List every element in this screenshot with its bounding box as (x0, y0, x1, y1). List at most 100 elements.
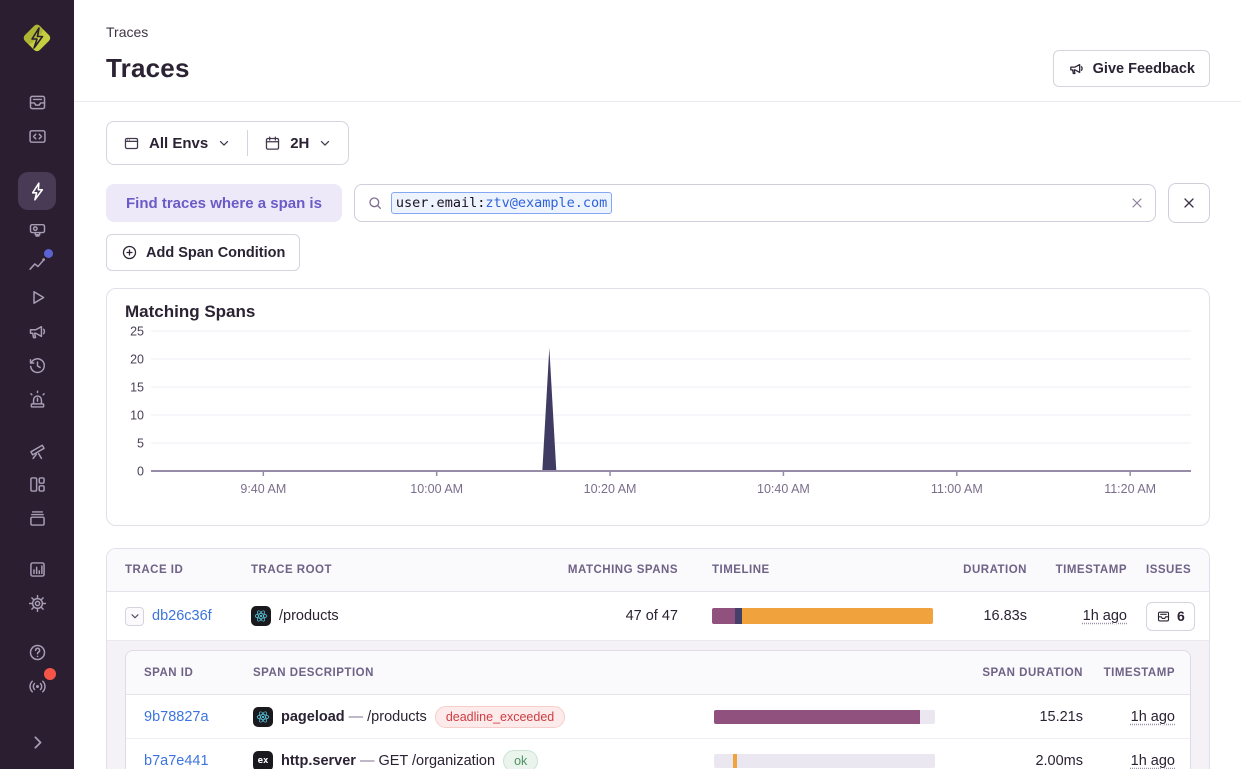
status-badge: deadline_exceeded (435, 706, 565, 728)
sentry-logo-icon (20, 21, 54, 55)
span-id-link[interactable]: 9b78827a (144, 709, 209, 725)
issues-inbox-icon (27, 92, 48, 113)
window-icon (123, 135, 140, 152)
sidebar-collapse-button[interactable] (18, 725, 56, 759)
spans-table-header: SPAN ID SPAN DESCRIPTION SPAN DURATION T… (126, 651, 1190, 695)
separator: — (356, 753, 379, 769)
span-duration: 15.21s (944, 709, 1095, 725)
add-span-condition-button[interactable]: Add Span Condition (106, 234, 300, 271)
megaphone-icon (1068, 60, 1085, 77)
search-filter-token[interactable]: user.email:ztv@example.com (391, 192, 612, 214)
sidebar-item-help[interactable] (18, 635, 56, 669)
span-id-link[interactable]: b7a7e441 (144, 753, 209, 769)
trace-id-link[interactable]: db26c36f (152, 608, 212, 624)
sidebar-item-stats[interactable] (18, 552, 56, 586)
col-duration: DURATION (942, 564, 1032, 576)
svg-text:10: 10 (130, 409, 144, 423)
replays-play-icon (27, 287, 48, 308)
span-timestamp: 1h ago (1131, 753, 1175, 769)
sidebar-item-explore[interactable] (18, 119, 56, 153)
calendar-icon (264, 135, 281, 152)
col-trace-root: TRACE ROOT (251, 564, 501, 576)
trace-timeline-bar (712, 608, 933, 624)
trace-row[interactable]: db26c36f /products 47 of 47 16 (107, 592, 1209, 640)
broadcast-icon (27, 676, 48, 697)
chevron-down-icon (318, 136, 332, 150)
token-value: ztv@example.com (485, 195, 607, 211)
chevron-right-icon (27, 732, 48, 753)
issues-inbox-icon (1156, 609, 1171, 624)
matching-spans-panel: Matching Spans 05101520259:40 AM10:00 AM… (106, 288, 1210, 526)
span-row[interactable]: b7a7e441 ex http.server—GET /organizatio… (126, 739, 1190, 769)
svg-text:0: 0 (137, 465, 144, 479)
history-clock-icon (27, 355, 48, 376)
sidebar-item-settings[interactable] (18, 586, 56, 620)
projector-icon (27, 219, 48, 240)
span-row[interactable]: 9b78827a pageload—/products (126, 695, 1190, 739)
sidebar-item-discover[interactable] (18, 433, 56, 467)
col-span-description: SPAN DESCRIPTION (253, 667, 714, 679)
environment-filter[interactable]: All Envs (107, 122, 247, 164)
sidebar-item-issues[interactable] (18, 85, 56, 119)
span-timeline-bar (714, 754, 935, 768)
help-question-icon (27, 642, 48, 663)
sidebar-item-user-feedback[interactable] (18, 314, 56, 348)
chart-title: Matching Spans (125, 302, 1191, 322)
matching-spans-chart: 05101520259:40 AM10:00 AM10:20 AM10:40 A… (125, 325, 1191, 506)
col-span-duration: SPAN DURATION (944, 667, 1095, 679)
environment-filter-label: All Envs (149, 135, 208, 152)
svg-text:9:40 AM: 9:40 AM (240, 482, 286, 496)
trace-timestamp: 1h ago (1083, 608, 1127, 624)
breadcrumb[interactable]: Traces (106, 24, 1210, 41)
traces-table: TRACE ID TRACE ROOT MATCHING SPANS TIMEL… (106, 548, 1210, 769)
span-timeline-bar (714, 710, 935, 724)
alerts-siren-icon (27, 389, 48, 410)
trace-issues-button[interactable]: 6 (1146, 602, 1195, 631)
col-timeline: TIMELINE (712, 564, 942, 576)
span-op: pageload (281, 709, 345, 725)
sidebar-item-traces[interactable] (18, 172, 56, 210)
date-range-filter-label: 2H (290, 135, 309, 152)
col-matching-spans: MATCHING SPANS (501, 564, 712, 576)
col-span-timestamp: TIMESTAMP (1095, 667, 1191, 679)
give-feedback-label: Give Feedback (1093, 61, 1195, 77)
col-span-id: SPAN ID (126, 667, 253, 679)
spans-table: SPAN ID SPAN DESCRIPTION SPAN DURATION T… (125, 650, 1191, 769)
sidebar-item-alerts[interactable] (18, 382, 56, 416)
trace-expander-button[interactable] (125, 607, 144, 626)
sentry-logo[interactable] (16, 17, 58, 59)
svg-text:10:00 AM: 10:00 AM (410, 482, 463, 496)
trace-issues-count: 6 (1177, 608, 1185, 624)
dashboards-grid-icon (27, 474, 48, 495)
delete-condition-button[interactable] (1168, 183, 1210, 223)
give-feedback-button[interactable]: Give Feedback (1053, 50, 1210, 87)
date-range-filter[interactable]: 2H (248, 122, 348, 164)
megaphone-icon (27, 321, 48, 342)
col-issues: ISSUES (1132, 564, 1210, 576)
svg-text:15: 15 (130, 381, 144, 395)
clear-search-icon[interactable] (1129, 195, 1145, 211)
traces-lightning-icon (27, 181, 48, 202)
react-platform-icon (251, 606, 271, 626)
sidebar-item-history[interactable] (18, 348, 56, 382)
span-search-input[interactable]: user.email:ztv@example.com (354, 184, 1156, 222)
span-description: GET /organization (378, 753, 495, 769)
sidebar-item-whats-new[interactable] (18, 669, 56, 703)
span-duration: 2.00ms (944, 753, 1095, 769)
sidebar-item-releases[interactable] (18, 501, 56, 535)
svg-text:25: 25 (130, 325, 144, 339)
sidebar-item-dashboards[interactable] (18, 467, 56, 501)
span-description: /products (367, 709, 427, 725)
sidebar-item-replays[interactable] (18, 280, 56, 314)
col-timestamp: TIMESTAMP (1032, 564, 1132, 576)
sidebar (0, 0, 74, 769)
react-platform-icon (253, 707, 273, 727)
sidebar-item-insights[interactable] (18, 246, 56, 280)
trace-root-label: /products (279, 608, 339, 624)
releases-archive-icon (27, 508, 48, 529)
svg-text:20: 20 (130, 353, 144, 367)
svg-text:10:20 AM: 10:20 AM (584, 482, 637, 496)
sidebar-item-projects[interactable] (18, 212, 56, 246)
trace-duration: 16.83s (942, 608, 1032, 624)
status-badge: ok (503, 750, 538, 769)
